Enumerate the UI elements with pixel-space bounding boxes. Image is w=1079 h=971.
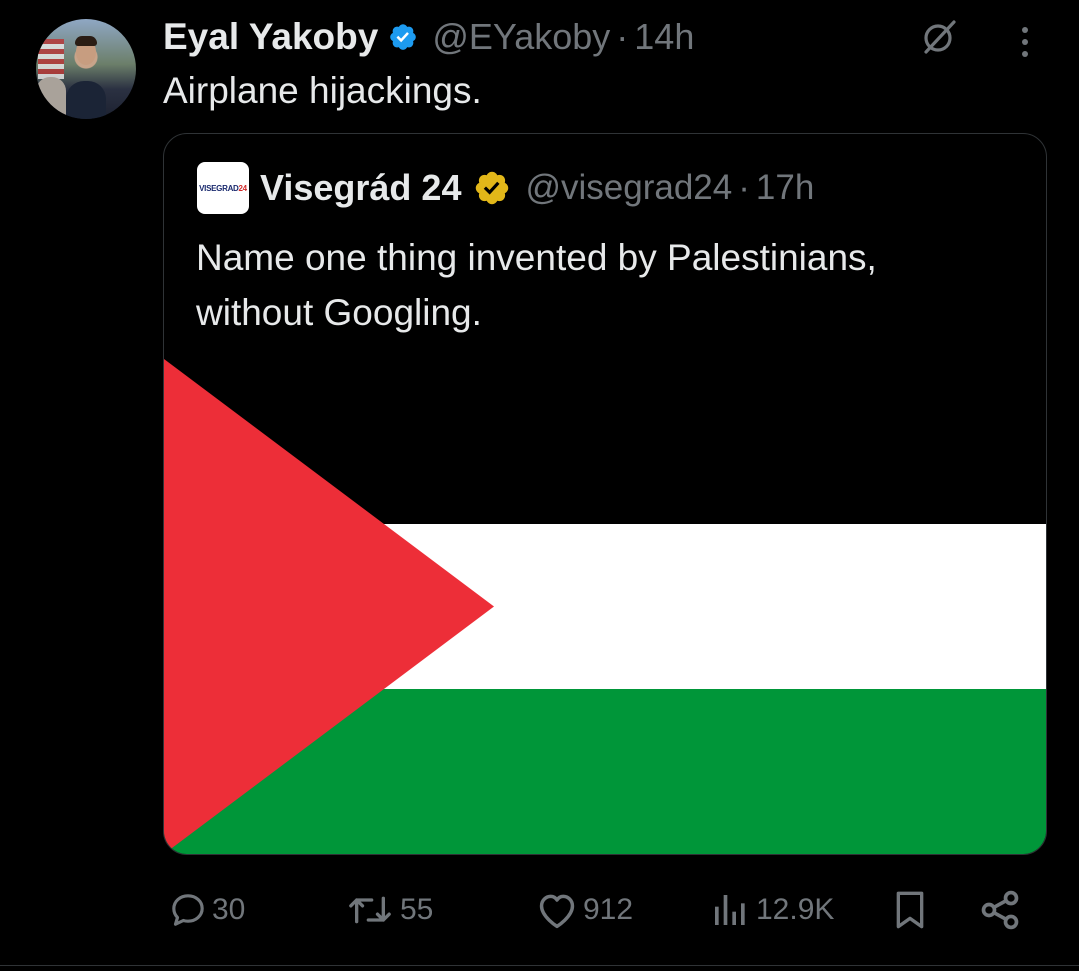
quoted-author-avatar[interactable]: VISEGRAD24 [197,162,249,214]
author-handle[interactable]: @EYakoby [432,16,610,58]
bookmark-button[interactable] [890,880,930,940]
quoted-author-name[interactable]: Visegrád 24 [260,167,461,209]
views-icon [715,895,745,925]
quoted-tweet-time[interactable]: 17h [756,168,814,208]
like-count: 912 [583,893,634,926]
repost-button[interactable]: 55 [344,880,433,940]
quoted-separator: · [738,168,750,207]
quoted-text-line-2: without Googling. [196,292,482,333]
author-avatar[interactable] [36,19,136,119]
more-icon[interactable] [1010,18,1040,60]
reply-icon [172,894,204,926]
quoted-text-line-1: Name one thing invented by Palestinians, [196,237,877,278]
quoted-avatar-logo: VISEGRAD24 [199,183,247,193]
separator: · [616,16,629,57]
views-button[interactable]: 12.9K [708,880,834,940]
tweet-text: Airplane hijackings. [163,70,482,111]
tweet-header: Eyal Yakoby @EYakoby · 14h [163,14,694,60]
reply-button[interactable]: 30 [168,880,245,940]
quoted-tweet-header: Visegrád 24 @visegrad24 · 17h [260,166,814,210]
repost-count: 55 [400,893,434,926]
quoted-tweet[interactable]: VISEGRAD24 Visegrád 24 @visegrad24 · 17h… [163,133,1047,855]
author-name[interactable]: Eyal Yakoby [163,16,378,58]
divider [0,965,1079,966]
like-button[interactable]: 912 [535,880,633,940]
quoted-author-handle[interactable]: @visegrad24 [525,168,732,208]
verified-gold-badge-icon [476,171,509,205]
tweet-actions: 30 55 912 12.9K [0,880,1079,940]
share-icon [981,890,1019,930]
bookmark-icon [896,891,924,929]
like-icon [539,894,575,929]
verified-badge-icon [390,24,417,50]
share-button[interactable] [978,880,1022,940]
repost-icon [349,896,391,924]
palestinian-flag-image[interactable] [164,359,1046,854]
view-count: 12.9K [756,893,835,926]
grok-icon[interactable] [918,16,960,58]
quoted-tweet-text: Name one thing invented by Palestinians,… [196,230,1016,340]
tweet-time[interactable]: 14h [634,16,694,58]
reply-count: 30 [212,893,246,926]
